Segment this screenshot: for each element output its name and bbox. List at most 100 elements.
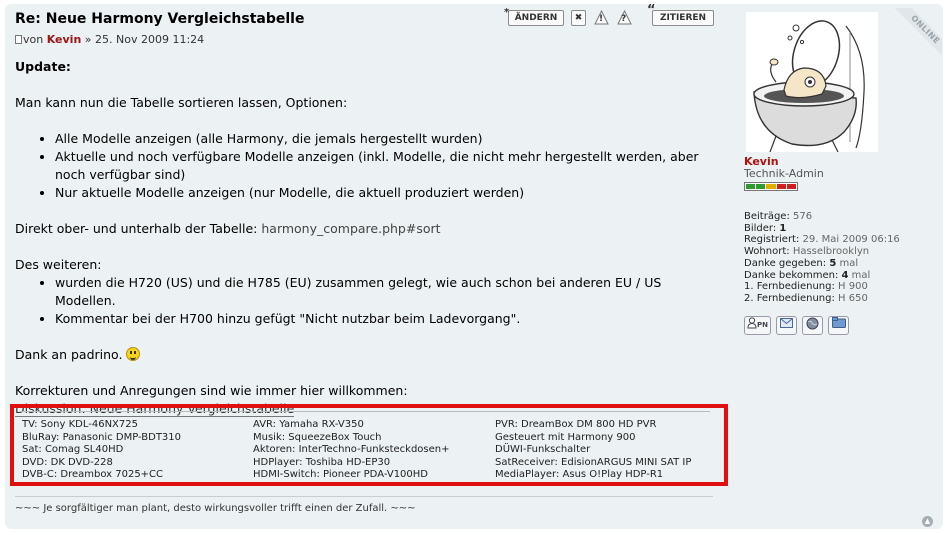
thanks-line: Dank an padrino. xyxy=(15,346,715,364)
edit-star-icon: * xyxy=(504,7,510,18)
stat-value: 29. Mai 2009 06:16 xyxy=(802,234,900,246)
post-icon xyxy=(15,35,22,44)
online-badge-label: ONLINE xyxy=(888,8,942,67)
rank-bar xyxy=(744,182,798,191)
stat-label: Wohnort: xyxy=(744,246,790,258)
signature-highlight: TV: Sony KDL-46NX725 BluRay: Panasonic D… xyxy=(10,404,728,486)
user-panel: ONLINE Kevin Technik-Admin Beiträge: 576… xyxy=(732,8,942,522)
scroll-top-icon[interactable]: ▲ xyxy=(922,516,933,527)
edit-button[interactable]: * ÄNDERN xyxy=(504,7,564,26)
delete-button[interactable]: ✖ xyxy=(571,10,586,26)
options-list: Alle Modelle anzeigen (alle Harmony, die… xyxy=(15,130,715,202)
post-author[interactable]: Kevin xyxy=(47,33,82,46)
stat-label: Beiträge: xyxy=(744,211,790,222)
globe-icon xyxy=(806,317,819,330)
list-item: Nur aktuelle Modelle anzeigen (nur Model… xyxy=(55,184,715,202)
list-item: wurden die H720 (US) und die H785 (EU) z… xyxy=(55,274,715,310)
stat-label: Danke bekommen: xyxy=(744,269,839,281)
edit-button-label: ÄNDERN xyxy=(514,13,558,23)
stat-row: Registriert: 29. Mai 2009 06:16 xyxy=(744,234,900,246)
post-date: » 25. Nov 2009 11:24 xyxy=(84,33,205,46)
signature-item: DÜWI-Funkschalter xyxy=(495,444,591,456)
quote-button-label: ZITIEREN xyxy=(659,13,707,23)
direct-line: Direkt ober- und unterhalb der Tabelle: … xyxy=(15,220,715,238)
gallery-button[interactable] xyxy=(828,316,849,335)
further-text: Des weiteren: xyxy=(15,257,102,272)
rank-segment xyxy=(746,184,756,189)
stat-value: 576 xyxy=(793,211,813,222)
stat-row: Beiträge: 576 xyxy=(744,211,900,223)
stat-label: Bilder: xyxy=(744,222,777,234)
quote-icon: “ xyxy=(647,3,656,18)
envelope-icon xyxy=(780,318,793,328)
signature-item: HDMI-Switch: Pioneer PDA-V100HD xyxy=(253,469,428,481)
info-button[interactable]: ? xyxy=(617,9,632,26)
stat-row: Danke bekommen: 4 mal xyxy=(744,270,900,282)
corrections-text: Korrekturen und Anregungen sind wie imme… xyxy=(15,383,408,398)
changes-list: wurden die H720 (US) und die H785 (EU) z… xyxy=(15,274,715,328)
pm-label: PN xyxy=(757,321,768,329)
signature-item: Musik: SqueezeBox Touch xyxy=(253,431,382,443)
rank-segment xyxy=(766,184,776,189)
intro-text: Man kann nun die Tabelle sortieren lasse… xyxy=(15,95,348,110)
signature-col-2: AVR: Yamaha RX-V350 Musik: SqueezeBox To… xyxy=(253,419,450,482)
signature-item: HDPlayer: Toshiba HD-EP30 xyxy=(253,456,391,468)
stat-label: 1. Fernbedienung: xyxy=(744,281,835,293)
signature-item: SatReceiver: EdisionARGUS MINI SAT IP xyxy=(495,456,692,468)
stat-suffix: mal xyxy=(839,257,859,269)
stat-row: Wohnort: Hasselbrooklyn xyxy=(744,246,900,258)
list-item: Alle Modelle anzeigen (alle Harmony, die… xyxy=(55,130,715,148)
signature-item: AVR: Yamaha RX-V350 xyxy=(253,419,364,430)
signature-motto: ~~~ Je sorgfältiger man plant, desto wir… xyxy=(15,503,416,514)
thanks-text: Dank an padrino. xyxy=(15,347,123,362)
rank-segment xyxy=(786,184,797,189)
signature-item: MediaPlayer: Asus O!Play HDP-R1 xyxy=(495,469,664,481)
signature-item: DVD: DK DVD-228 xyxy=(22,456,113,468)
stat-value: 5 xyxy=(829,257,837,269)
signature-item: Sat: Comag SL40HD xyxy=(22,444,124,456)
sort-link[interactable]: harmony_compare.php#sort xyxy=(261,221,440,236)
smiley-icon xyxy=(126,347,141,361)
rank-segment xyxy=(756,184,766,189)
stat-value: 1 xyxy=(779,222,787,234)
stat-value: H 650 xyxy=(838,292,868,304)
post-meta: von Kevin » 25. Nov 2009 11:24 xyxy=(15,33,204,46)
user-icon xyxy=(747,317,757,329)
stat-value: Hasselbrooklyn xyxy=(792,246,870,258)
folder-icon xyxy=(831,317,846,328)
signature-col-3: PVR: DreamBox DM 800 HD PVR Gesteuert mi… xyxy=(495,419,691,482)
avatar[interactable] xyxy=(746,12,878,152)
meta-prefix: von xyxy=(23,33,44,46)
online-badge: ONLINE xyxy=(878,8,942,72)
post-title[interactable]: Re: Neue Harmony Vergleichstabelle xyxy=(15,11,304,27)
report-button[interactable]: ! xyxy=(594,9,609,26)
footer-divider xyxy=(15,496,713,497)
quote-button[interactable]: “ ZITIEREN xyxy=(647,4,714,26)
stat-suffix: mal xyxy=(851,269,871,281)
website-button[interactable] xyxy=(802,316,823,335)
user-stats: Beiträge: 576 Bilder: 1 Registriert: 29.… xyxy=(744,211,900,305)
info-label: ? xyxy=(621,14,627,24)
stat-value: H 900 xyxy=(838,281,868,293)
stat-row: 1. Fernbedienung: H 900 xyxy=(744,281,900,293)
direct-prefix: Direkt ober- und unterhalb der Tabelle: xyxy=(15,221,258,236)
signature-item: PVR: DreamBox DM 800 HD PVR xyxy=(495,419,657,430)
email-button[interactable] xyxy=(776,316,797,335)
report-label: ! xyxy=(599,14,604,24)
signature-col-1: TV: Sony KDL-46NX725 BluRay: Panasonic D… xyxy=(22,419,181,482)
stat-label: 2. Fernbedienung: xyxy=(744,292,835,304)
stat-value: 4 xyxy=(841,269,849,281)
signature-divider xyxy=(20,411,710,412)
stat-row: Danke gegeben: 5 mal xyxy=(744,258,900,270)
signature-item: TV: Sony KDL-46NX725 xyxy=(22,419,138,430)
signature-item: Gesteuert mit Harmony 900 xyxy=(495,431,636,443)
stat-row: 2. Fernbedienung: H 650 xyxy=(744,293,900,305)
post-body: Update: Man kann nun die Tabelle sortier… xyxy=(15,58,715,418)
pm-button[interactable]: PN xyxy=(744,316,771,335)
list-item: Aktuelle und noch verfügbare Modelle anz… xyxy=(55,148,715,184)
user-role: Technik-Admin xyxy=(744,167,824,180)
signature-item: DVB-C: Dreambox 7025+CC xyxy=(22,469,164,481)
post-container: Re: Neue Harmony Vergleichstabelle von K… xyxy=(5,4,943,529)
signature-item: BluRay: Panasonic DMP-BDT310 xyxy=(22,431,182,443)
stat-label: Registriert: xyxy=(744,234,800,246)
